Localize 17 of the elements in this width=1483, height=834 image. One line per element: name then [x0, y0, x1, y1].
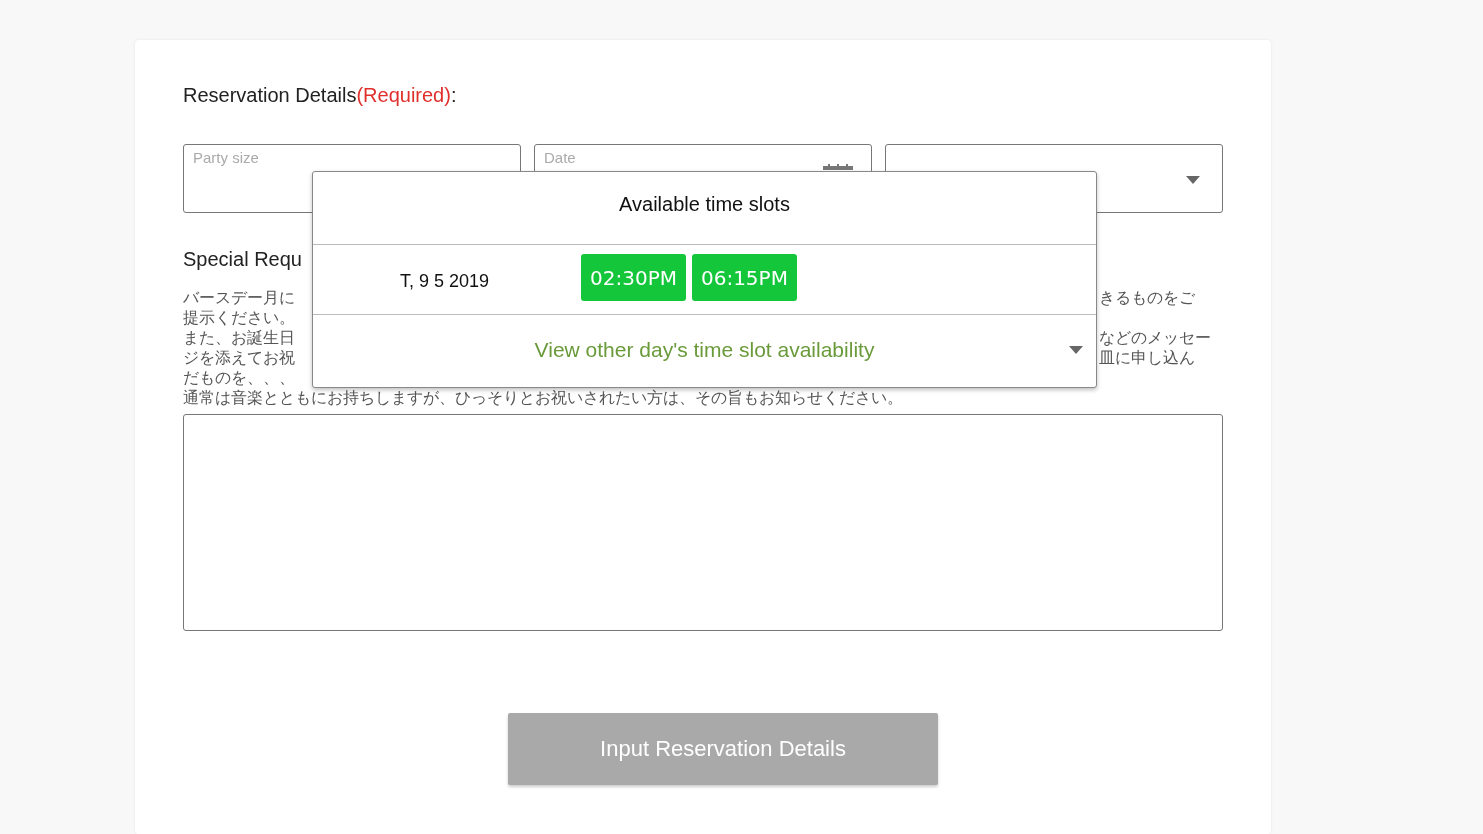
note-text: だものを、、、 — [183, 368, 295, 388]
required-label: (Required) — [356, 84, 451, 106]
field-label: Party size — [193, 149, 259, 166]
note-text: ジを添えてお祝 — [183, 348, 295, 368]
note-text: きるものをご — [1099, 288, 1195, 308]
section-title: Reservation Details — [183, 84, 357, 106]
special-requests-title: Special Requ — [183, 248, 303, 272]
note-text: また、お誕生日 — [183, 328, 295, 348]
slot-date: T, 9 5 2019 — [400, 270, 491, 292]
note-text: 提示ください。 — [183, 308, 295, 328]
popup-title: Available time slots — [313, 172, 1096, 245]
note-text: 通常は音楽とともにお持ちしますが、ひっそりとお祝いされたい方は、その旨もお知らせください。 — [183, 388, 903, 408]
note-text: などのメッセー — [1099, 328, 1211, 348]
colon: : — [450, 84, 457, 106]
field-label: Date — [544, 149, 576, 166]
note-text: バースデー月に — [183, 288, 295, 308]
note-text: 皿に申し込ん — [1099, 348, 1195, 368]
